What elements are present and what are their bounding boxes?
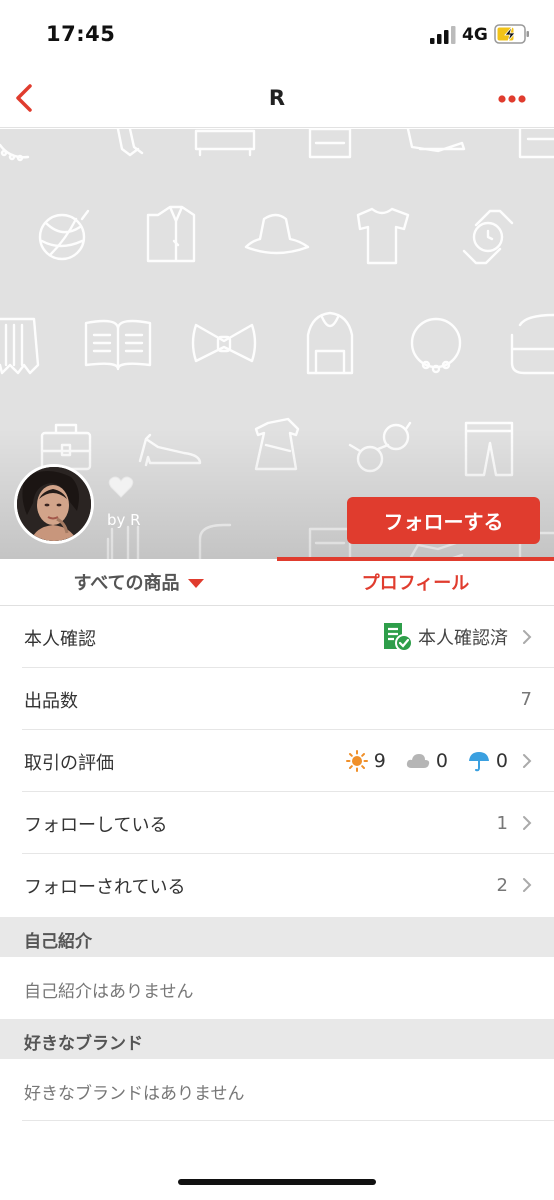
row-following[interactable]: フォローしている 1 [0, 792, 554, 854]
section-favorite-brands-title: 好きなブランド [24, 1034, 143, 1054]
page-title: R [268, 86, 286, 110]
tab-profile-label: プロフィール [361, 573, 470, 594]
row-listing-count: 出品数 7 [0, 668, 554, 730]
chevron-right-icon [523, 816, 532, 830]
section-self-intro-body: 自己紹介はありません [0, 957, 554, 1019]
row-followers-right: 2 [497, 868, 532, 902]
row-identity-verification[interactable]: 本人確認 本人確認済 [0, 606, 554, 668]
tab-all-items[interactable]: すべての商品 [0, 559, 277, 605]
chevron-right-icon [523, 630, 532, 644]
rating-good: 9 [345, 750, 386, 772]
chevron-right-icon [523, 878, 532, 892]
row-ratings-label: 取引の評価 [24, 753, 114, 774]
row-ratings-right: 9 0 0 [345, 744, 532, 778]
row-following-label: フォローしている [24, 815, 168, 836]
battery-charging-icon [494, 24, 529, 44]
network-type: 4G [462, 25, 488, 45]
row-followers[interactable]: フォローされている 2 [0, 854, 554, 916]
avatar-photo [17, 467, 91, 541]
follow-button[interactable]: フォローする [347, 497, 540, 544]
rating-normal: 0 [406, 750, 448, 772]
row-identity-right: 本人確認済 [382, 620, 532, 654]
row-followers-label: フォローされている [24, 877, 186, 898]
profile-tabs: すべての商品 プロフィール [0, 557, 554, 606]
row-ratings[interactable]: 取引の評価 9 0 0 [0, 730, 554, 792]
signal-icon [430, 26, 456, 44]
section-favorite-brands-header: 好きなブランド [0, 1019, 554, 1059]
avatar[interactable] [14, 464, 94, 544]
row-listings-right: 7 [521, 682, 532, 716]
seller-byline: by R [107, 511, 141, 529]
caret-down-icon [187, 578, 204, 588]
heart-icon[interactable] [108, 475, 134, 499]
row-following-value: 1 [496, 812, 508, 834]
row-following-right: 1 [497, 806, 532, 840]
home-indicator[interactable] [178, 1179, 376, 1185]
umbrella-icon [468, 752, 489, 772]
row-identity-label: 本人確認 [24, 629, 96, 650]
favorite-brands-text: 好きなブランドはありません [24, 1084, 245, 1104]
rating-good-count: 9 [373, 750, 386, 772]
row-followers-value: 2 [496, 874, 508, 896]
chevron-right-icon [523, 754, 532, 768]
navigation-bar: R [0, 70, 554, 128]
status-time: 17:45 [46, 22, 116, 46]
row-identity-value: 本人確認済 [418, 628, 508, 649]
cloud-icon [406, 754, 429, 768]
status-bar: 17:45 4G [0, 0, 554, 70]
rating-bad-count: 0 [495, 750, 508, 772]
tab-profile[interactable]: プロフィール [277, 557, 554, 605]
section-self-intro-header: 自己紹介 [0, 917, 554, 957]
more-dots-icon[interactable] [492, 84, 532, 114]
section-favorite-brands-body: 好きなブランドはありません [0, 1059, 554, 1121]
section-self-intro-title: 自己紹介 [24, 932, 92, 952]
row-listings-label: 出品数 [24, 691, 78, 712]
self-intro-text: 自己紹介はありません [24, 982, 194, 1002]
rating-normal-count: 0 [435, 750, 448, 772]
tab-all-items-label: すべての商品 [73, 573, 180, 594]
verified-document-icon [384, 623, 413, 652]
row-listings-value: 7 [520, 688, 532, 710]
rating-bad: 0 [468, 750, 508, 772]
sun-icon [345, 750, 368, 772]
profile-banner: by R フォローする [0, 129, 554, 559]
